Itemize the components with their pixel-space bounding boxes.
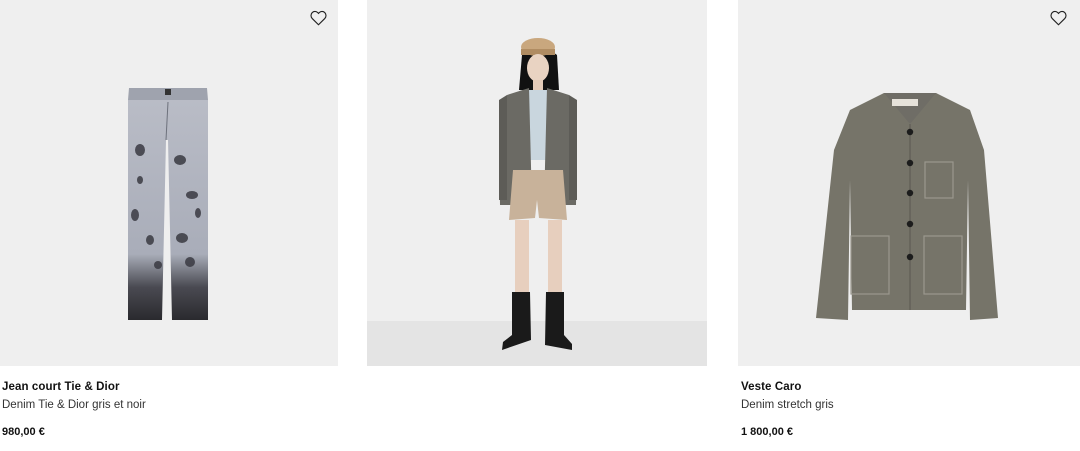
add-to-wishlist-button[interactable]: [308, 8, 328, 28]
product-name[interactable]: Veste Caro: [741, 381, 801, 393]
product-name[interactable]: Jean court Tie & Dior: [2, 381, 120, 393]
product-image-jeans[interactable]: [0, 0, 338, 366]
jacket-illustration: [816, 93, 998, 320]
product-image-jacket[interactable]: [738, 0, 1080, 366]
product-subtitle: Denim Tie & Dior gris et noir: [2, 399, 146, 411]
product-subtitle: Denim stretch gris: [741, 399, 834, 411]
product-price: 1 800,00 €: [741, 426, 793, 438]
product-price: 980,00 €: [2, 426, 45, 438]
jeans-illustration: [128, 88, 208, 320]
heart-outline-icon: [1049, 10, 1067, 26]
add-to-wishlist-button[interactable]: [1048, 8, 1068, 28]
heart-outline-icon: [309, 10, 327, 26]
model-illustration: [499, 38, 577, 350]
product-image-look[interactable]: [367, 0, 707, 366]
